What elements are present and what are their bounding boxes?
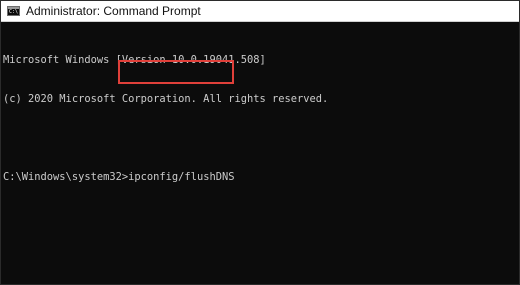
command-prompt-icon: C:\ <box>7 6 20 16</box>
window-title: Administrator: Command Prompt <box>26 4 201 18</box>
console-line-version: Microsoft Windows [Version 10.0.19041.50… <box>3 54 266 66</box>
console-prompt: C:\Windows\system32> <box>3 171 129 183</box>
title-bar[interactable]: C:\ Administrator: Command Prompt <box>1 1 519 22</box>
console-command[interactable]: ipconfig/flushDNS <box>128 171 234 183</box>
console-line-copyright: (c) 2020 Microsoft Corporation. All righ… <box>3 93 329 105</box>
console-output[interactable]: Microsoft Windows [Version 10.0.19041.50… <box>3 28 519 210</box>
console-command-line[interactable]: C:\Windows\system32>ipconfig/flushDNS <box>3 171 519 184</box>
command-prompt-window: C:\ Administrator: Command Prompt Micros… <box>0 0 520 285</box>
command-prompt-icon-label: C:\ <box>9 9 19 15</box>
